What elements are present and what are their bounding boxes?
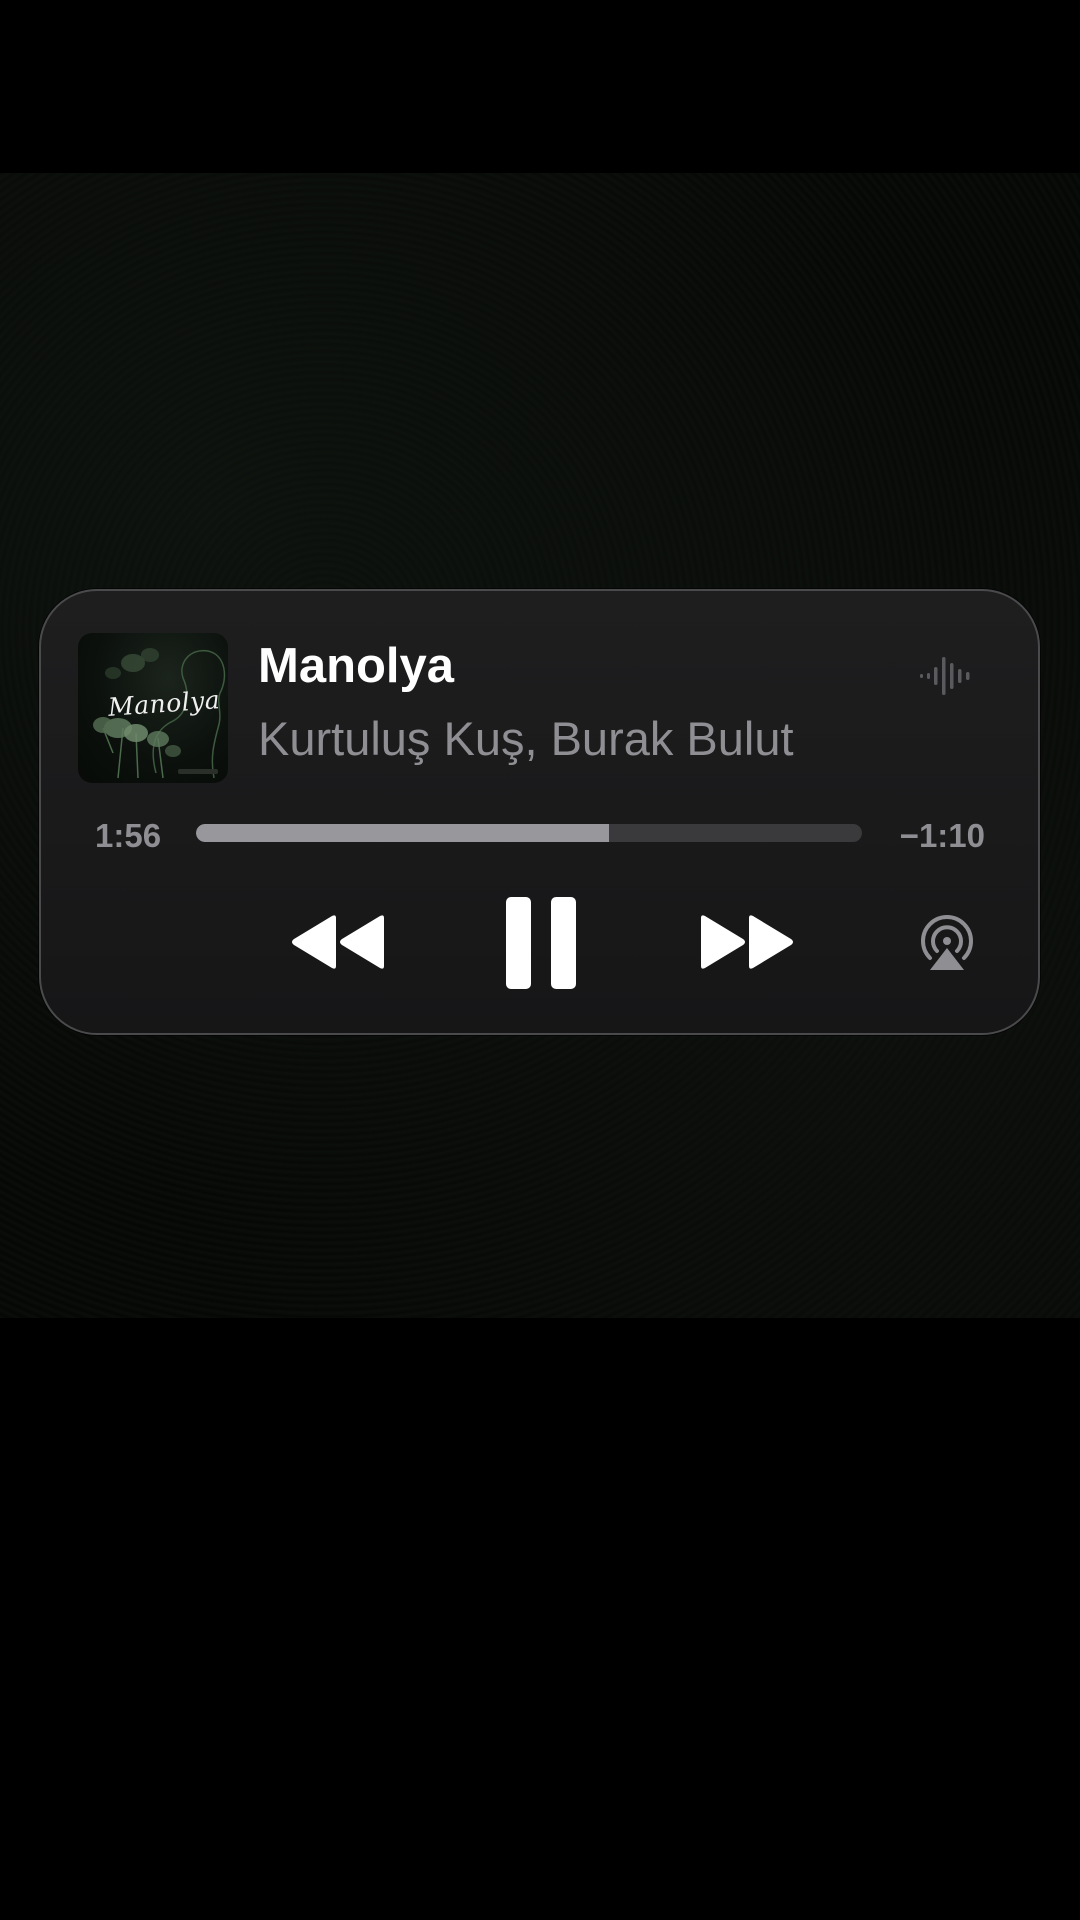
now-playing-widget: Manolya Manolya Kurtuluş Kuş, Burak Bulu…: [39, 589, 1040, 1035]
pause-button[interactable]: [506, 897, 576, 989]
screen: Manolya Manolya Kurtuluş Kuş, Burak Bulu…: [0, 0, 1080, 1920]
forward-button[interactable]: [697, 912, 797, 972]
track-title[interactable]: Manolya: [258, 638, 454, 694]
progress-scrubber[interactable]: [196, 824, 862, 842]
airplay-icon: [921, 915, 973, 970]
pause-icon: [506, 897, 576, 989]
forward-icon: [701, 915, 793, 969]
rewind-button[interactable]: [288, 912, 388, 972]
track-artist[interactable]: Kurtuluş Kuş, Burak Bulut: [258, 711, 794, 766]
progress-fill: [196, 824, 609, 842]
waveform-icon[interactable]: [920, 651, 980, 701]
backward-icon: [292, 915, 384, 969]
airplay-button[interactable]: [916, 912, 978, 974]
elapsed-time: 1:56: [95, 817, 162, 854]
album-artwork[interactable]: Manolya: [78, 633, 228, 783]
remaining-time: −1:10: [899, 817, 985, 854]
